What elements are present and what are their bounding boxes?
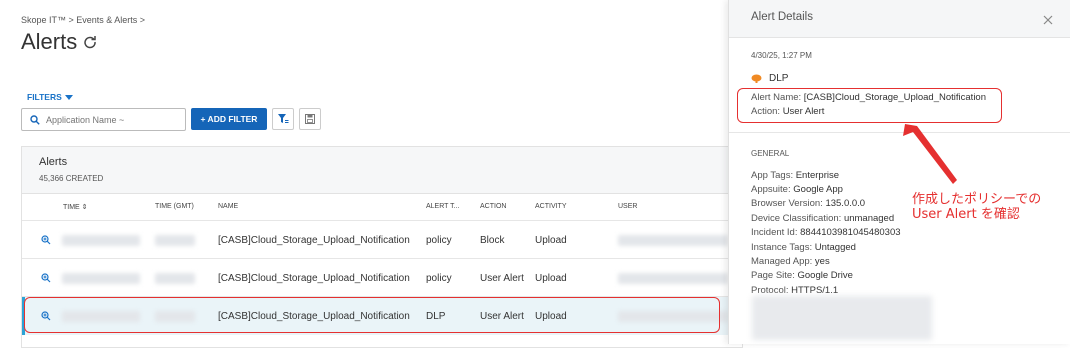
redacted-time [62,273,140,284]
annotation-line-2: User Alert を確認 [912,207,1020,222]
column-header-action[interactable]: ACTION [480,203,506,210]
general-field: App Tags: Enterprise [751,170,840,181]
refresh-icon[interactable] [83,35,97,49]
alert-category-label: DLP [769,73,789,84]
redacted-time-gmt [155,235,195,246]
alerts-title: Alerts [39,156,68,168]
alert-action: Block [480,235,505,246]
alerts-count: 45,366 CREATED [39,174,104,183]
column-header-alert-type[interactable]: ALERT T... [426,203,459,210]
column-header-time[interactable]: TIME ⇕ [63,203,88,211]
alert-details-header: Alert Details [729,0,1070,38]
alert-type: policy [426,235,452,246]
alert-action: User Alert [480,273,524,284]
table-row[interactable]: [CASB]Cloud_Storage_Upload_Notification … [22,220,742,259]
general-field: Appsuite: Google App [751,184,843,195]
general-field: Managed App: yes [751,256,830,267]
redacted-content [752,296,932,340]
redacted-user [618,273,728,284]
redacted-user [618,235,728,246]
zoom-in-icon[interactable] [41,235,51,245]
save-icon [305,114,315,124]
alert-type: policy [426,273,452,284]
highlight-box-selected-row [24,297,720,333]
alert-name: [CASB]Cloud_Storage_Upload_Notification [218,235,410,246]
add-filter-button[interactable]: + ADD FILTER [191,108,267,130]
redacted-time [62,235,140,246]
annotation-arrow-icon [903,124,957,184]
alert-activity: Upload [535,273,567,284]
filter-settings-button[interactable] [272,108,294,130]
general-field: Incident Id: 8844103981045480303 [751,227,901,238]
caret-down-icon [64,95,73,101]
alert-category: DLP [751,73,788,84]
annotation-line-1: 作成したポリシーでの [912,192,1042,207]
general-field: Device Classification: unmanaged [751,213,895,224]
filter-funnel-icon [278,114,289,123]
general-field: Protocol: HTTPS/1.1 [751,285,839,296]
search-icon [30,114,40,125]
general-field: Instance Tags: Untagged [751,242,856,253]
application-name-filter[interactable] [21,108,186,131]
annotation-text: 作成したポリシーでの User Alert を確認 [912,192,1041,222]
column-header-name[interactable]: NAME [218,203,238,210]
general-field: Browser Version: 135.0.0.0 [751,198,866,209]
filters-toggle[interactable]: FILTERS [27,92,73,102]
column-header-time-gmt[interactable]: TIME (GMT) [155,203,194,210]
alert-activity: Upload [535,235,567,246]
general-field: Page Site: Google Drive [751,270,853,281]
alert-name: [CASB]Cloud_Storage_Upload_Notification [218,273,410,284]
page-title: Alerts [21,29,97,55]
alert-timestamp: 4/30/25, 1:27 PM [751,51,812,60]
cloud-app-icon [751,74,762,83]
table-row[interactable]: [CASB]Cloud_Storage_Upload_Notification … [22,258,742,297]
redacted-time-gmt [155,273,195,284]
save-filter-button[interactable] [299,108,321,130]
alert-details-title: Alert Details [751,11,813,23]
column-header-activity[interactable]: ACTIVITY [535,203,567,210]
zoom-in-icon[interactable] [41,273,51,283]
filters-label: FILTERS [27,92,62,102]
close-icon[interactable] [1043,15,1053,25]
breadcrumb[interactable]: Skope IT™ > Events & Alerts > [21,15,145,25]
page-title-text: Alerts [21,29,78,54]
alerts-table-header: Alerts 45,366 CREATED [22,147,742,194]
search-input[interactable] [44,113,183,126]
column-header-user[interactable]: USER [618,203,637,210]
general-section-label: GENERAL [751,149,790,158]
